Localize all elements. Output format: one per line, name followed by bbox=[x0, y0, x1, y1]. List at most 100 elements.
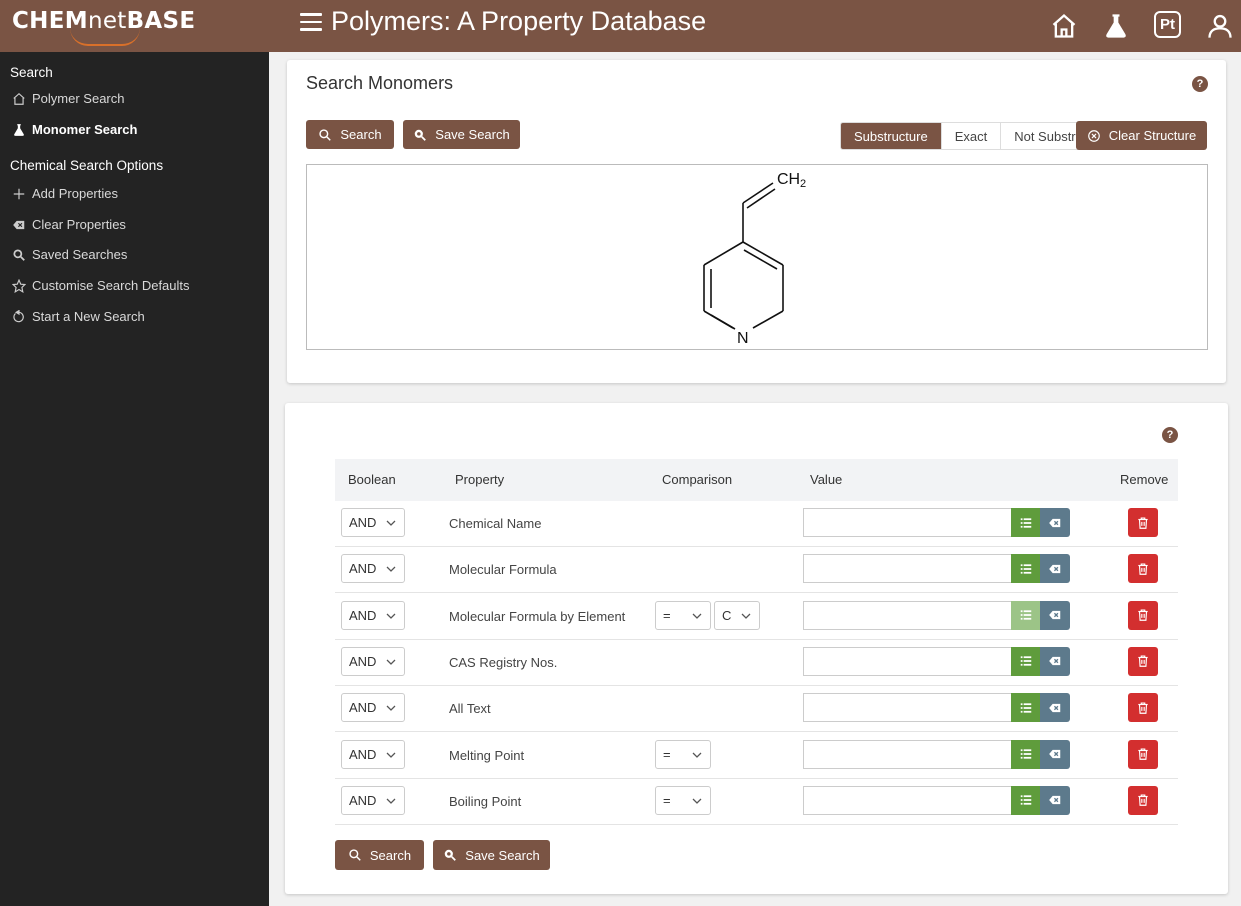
sidebar: Search Polymer Search Monomer Search Che… bbox=[0, 52, 269, 906]
table-row: AND Chemical Name bbox=[335, 501, 1178, 547]
value-input[interactable] bbox=[803, 739, 1011, 769]
table-row: AND Molecular Formula by Element = C bbox=[335, 594, 1178, 640]
clear-value-button[interactable] bbox=[1040, 600, 1070, 630]
mode-substructure[interactable]: Substructure bbox=[841, 123, 942, 149]
button-label: Clear Structure bbox=[1108, 128, 1197, 143]
chemnetbase-logo[interactable]: CHEMnetBASE bbox=[12, 8, 195, 46]
value-input[interactable] bbox=[803, 554, 1011, 584]
value-list-button[interactable] bbox=[1011, 693, 1040, 723]
chevron-down-icon bbox=[386, 613, 396, 619]
comparison-select[interactable]: = bbox=[655, 785, 711, 815]
structure-editor[interactable]: CH 2 N bbox=[306, 164, 1208, 350]
element-select[interactable]: C bbox=[714, 600, 760, 630]
boolean-value: AND bbox=[349, 700, 377, 716]
nitrogen-label: N bbox=[737, 330, 749, 347]
flask-icon[interactable] bbox=[1102, 12, 1130, 40]
sidebar-item-monomer-search[interactable]: Monomer Search bbox=[12, 122, 137, 137]
chevron-down-icon bbox=[386, 520, 396, 526]
mode-exact[interactable]: Exact bbox=[941, 123, 1002, 149]
chevron-down-icon bbox=[692, 613, 702, 619]
refresh-icon bbox=[12, 309, 26, 324]
backspace-icon bbox=[1049, 518, 1061, 527]
list-icon bbox=[1020, 564, 1031, 574]
boolean-select[interactable]: AND bbox=[341, 508, 405, 537]
button-label: Save Search bbox=[435, 127, 510, 142]
bottom-save-search-button[interactable]: Save Search bbox=[433, 840, 550, 870]
value-input[interactable] bbox=[803, 600, 1011, 630]
boolean-select[interactable]: AND bbox=[341, 785, 405, 815]
periodic-table-icon[interactable]: Pt bbox=[1154, 11, 1181, 38]
user-icon[interactable] bbox=[1206, 12, 1234, 40]
table-row: AND CAS Registry Nos. bbox=[335, 640, 1178, 686]
boolean-select[interactable]: AND bbox=[341, 739, 405, 769]
clear-value-button[interactable] bbox=[1040, 646, 1070, 676]
remove-row-button[interactable] bbox=[1128, 739, 1158, 769]
boolean-value: AND bbox=[349, 653, 377, 669]
list-icon bbox=[1020, 749, 1031, 759]
sidebar-heading-search: Search bbox=[10, 65, 53, 80]
help-icon[interactable]: ? bbox=[1162, 427, 1178, 443]
sidebar-item-clear-properties[interactable]: Clear Properties bbox=[12, 217, 126, 232]
clear-structure-button[interactable]: Clear Structure bbox=[1076, 121, 1207, 150]
remove-row-button[interactable] bbox=[1128, 693, 1158, 723]
boolean-select[interactable]: AND bbox=[341, 693, 405, 723]
chevron-down-icon bbox=[741, 613, 751, 619]
remove-row-button[interactable] bbox=[1128, 600, 1158, 630]
comparison-select[interactable]: = bbox=[655, 739, 711, 769]
comparison-value: = bbox=[663, 746, 671, 762]
clear-value-button[interactable] bbox=[1040, 693, 1070, 723]
property-name: Boiling Point bbox=[449, 793, 522, 809]
clear-value-button[interactable] bbox=[1040, 739, 1070, 769]
value-input[interactable] bbox=[803, 646, 1011, 676]
value-input[interactable] bbox=[803, 508, 1011, 537]
clear-value-button[interactable] bbox=[1040, 785, 1070, 815]
sidebar-item-add-properties[interactable]: Add Properties bbox=[12, 186, 118, 201]
sidebar-item-new-search[interactable]: Start a New Search bbox=[12, 309, 145, 324]
comparison-value: = bbox=[663, 607, 671, 623]
sidebar-item-customise-defaults[interactable]: Customise Search Defaults bbox=[12, 278, 190, 293]
flask-icon bbox=[12, 123, 26, 137]
boolean-select[interactable]: AND bbox=[341, 600, 405, 630]
value-list-button[interactable] bbox=[1011, 600, 1040, 630]
property-name: Molecular Formula bbox=[449, 562, 557, 578]
list-icon bbox=[1020, 517, 1031, 528]
star-icon bbox=[12, 278, 26, 293]
column-comparison: Comparison bbox=[662, 472, 733, 487]
value-input[interactable] bbox=[803, 693, 1011, 723]
value-input[interactable] bbox=[803, 785, 1011, 815]
search-button[interactable]: Search bbox=[306, 120, 394, 149]
sidebar-item-saved-searches[interactable]: Saved Searches bbox=[12, 247, 127, 262]
remove-row-button[interactable] bbox=[1128, 785, 1158, 815]
plus-icon bbox=[12, 187, 26, 201]
bottom-search-button[interactable]: Search bbox=[335, 840, 424, 870]
value-list-button[interactable] bbox=[1011, 646, 1040, 676]
close-circle-icon bbox=[1087, 129, 1100, 142]
column-boolean: Boolean bbox=[348, 472, 396, 487]
boolean-value: AND bbox=[349, 746, 377, 762]
remove-row-button[interactable] bbox=[1128, 554, 1158, 584]
comparison-select[interactable]: = bbox=[655, 600, 711, 630]
value-list-button[interactable] bbox=[1011, 739, 1040, 769]
clear-value-button[interactable] bbox=[1040, 554, 1070, 584]
menu-icon[interactable] bbox=[300, 13, 322, 33]
property-name: CAS Registry Nos. bbox=[449, 654, 558, 670]
property-name: Chemical Name bbox=[449, 516, 542, 531]
clear-value-button[interactable] bbox=[1040, 508, 1070, 537]
column-property: Property bbox=[455, 472, 505, 487]
save-search-button[interactable]: Save Search bbox=[403, 120, 520, 149]
search-icon bbox=[349, 849, 361, 861]
home-icon[interactable] bbox=[1050, 12, 1078, 40]
remove-row-button[interactable] bbox=[1128, 646, 1158, 676]
boolean-value: AND bbox=[349, 792, 377, 808]
value-list-button[interactable] bbox=[1011, 554, 1040, 584]
property-name: All Text bbox=[449, 701, 491, 717]
boolean-select[interactable]: AND bbox=[341, 646, 405, 676]
sidebar-item-polymer-search[interactable]: Polymer Search bbox=[12, 91, 124, 106]
boolean-select[interactable]: AND bbox=[341, 554, 405, 584]
help-icon[interactable]: ? bbox=[1192, 76, 1208, 92]
sidebar-item-label: Customise Search Defaults bbox=[32, 278, 190, 293]
value-list-button[interactable] bbox=[1011, 785, 1040, 815]
value-list-button[interactable] bbox=[1011, 508, 1040, 537]
remove-row-button[interactable] bbox=[1128, 508, 1158, 537]
trash-icon bbox=[1138, 516, 1148, 529]
